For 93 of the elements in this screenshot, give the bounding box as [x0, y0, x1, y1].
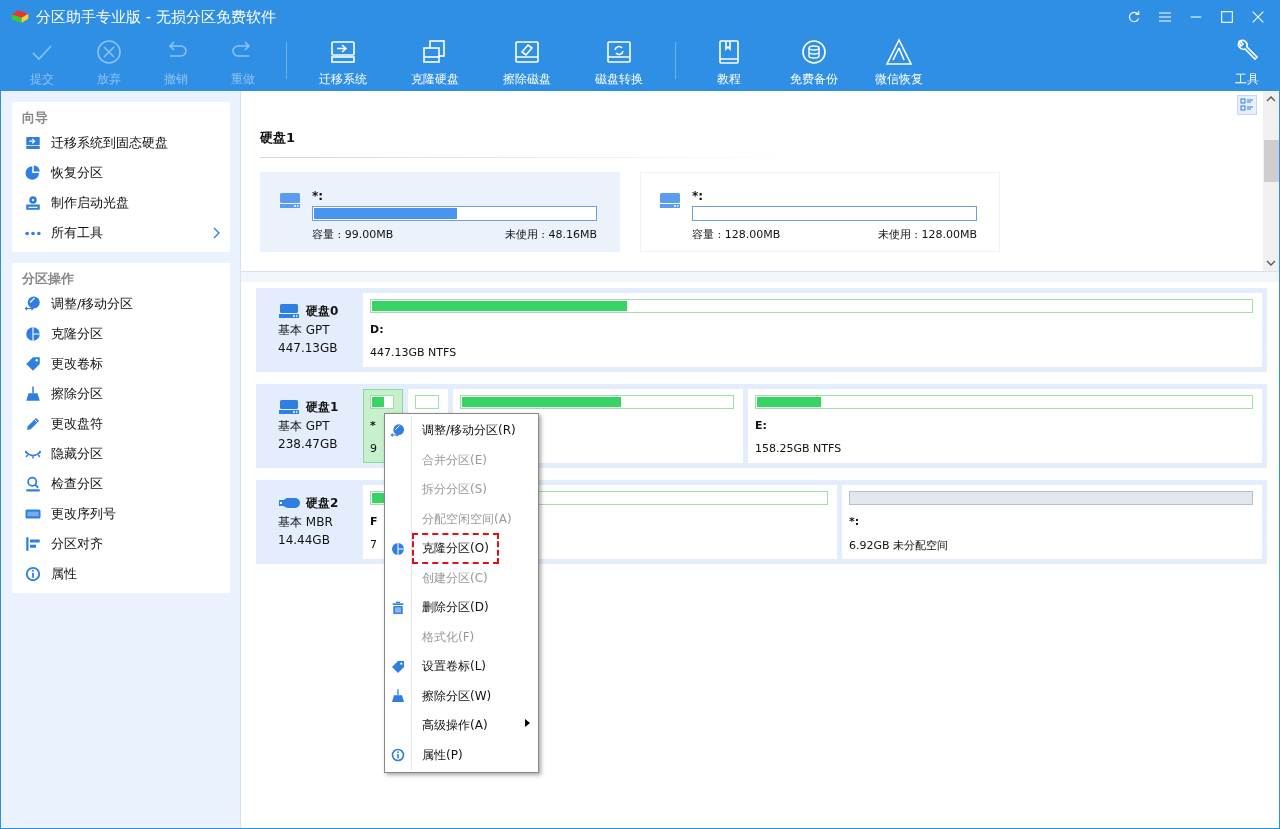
usage-bar	[370, 395, 394, 409]
partition-label: E:	[755, 419, 767, 432]
disk-drive-icon	[278, 399, 300, 415]
scrollbar[interactable]	[1263, 91, 1279, 271]
drive-arrow-icon	[329, 38, 357, 66]
partition-info: 447.13GB NTFS	[370, 346, 457, 359]
sidebar-item[interactable]: 制作启动光盘	[12, 188, 230, 218]
partition-label: *:	[849, 515, 860, 528]
close-icon[interactable]	[1250, 9, 1266, 25]
disk-arrows-icon	[24, 295, 42, 313]
sidebar-item[interactable]: 分区对齐	[12, 529, 230, 559]
disk-name: 硬盘1	[306, 398, 339, 416]
partition-block[interactable]: *: 6.92GB 未分配空间	[842, 485, 1262, 559]
sidebar-item[interactable]: 属性	[12, 559, 230, 589]
disk-type: 基本 GPT	[278, 322, 331, 339]
partition-block[interactable]: E: 158.25GB NTFS	[748, 389, 1262, 463]
database-icon	[799, 38, 828, 66]
menu-item[interactable]: 设置卷标(L)	[385, 652, 538, 682]
tag-icon	[390, 658, 406, 675]
disk-name: 硬盘0	[306, 302, 339, 320]
clone-disc-icon	[390, 540, 406, 557]
info-icon	[390, 747, 406, 764]
partition-card[interactable]: *: 容量 : 99.00MB 未使用 : 48.16MB	[260, 172, 620, 252]
usb-drive-icon	[278, 495, 300, 511]
info-icon	[24, 565, 42, 583]
partition-label: F	[370, 515, 378, 528]
clone-disc-icon	[24, 325, 42, 343]
magnifier-drive-icon	[24, 475, 42, 493]
maximize-icon[interactable]	[1219, 9, 1235, 25]
menu-icon[interactable]	[1157, 9, 1173, 25]
section-heading: 向导	[21, 109, 49, 127]
drive-icon	[279, 192, 301, 209]
disk-drive-icon	[278, 303, 300, 319]
drive-eraser-icon	[513, 38, 541, 66]
sidebar-item[interactable]: 所有工具	[12, 218, 230, 248]
sidebar-item[interactable]: 更改盘符	[12, 409, 230, 439]
disk-type: 基本 MBR	[278, 514, 334, 531]
trash-icon	[390, 599, 406, 616]
partition-label: *:	[692, 189, 705, 205]
disk-arrows-icon	[390, 422, 406, 439]
sidebar-item[interactable]: 调整/移动分区	[12, 289, 230, 319]
capacity-text: 容量 : 99.00MB	[312, 227, 394, 242]
capacity-text: 容量 : 128.00MB	[692, 227, 781, 242]
partition-label: *	[370, 419, 376, 432]
partition-info: 9	[370, 442, 377, 455]
partition-info: 7	[370, 538, 377, 551]
drive-arrow-icon	[24, 134, 42, 152]
sidebar-item[interactable]: 迁移系统到固态硬盘	[12, 128, 230, 158]
disk-type: 基本 GPT	[278, 418, 331, 435]
align-left-icon	[24, 535, 42, 553]
drive-icon	[659, 192, 681, 209]
partition-block[interactable]: D: 447.13GB NTFS	[363, 293, 1262, 367]
circle-x-icon	[94, 38, 123, 66]
scroll-up-icon	[1265, 94, 1277, 104]
sidebar-item[interactable]: 擦除分区	[12, 379, 230, 409]
drive-sync-icon	[605, 38, 633, 66]
sidebar-item[interactable]: 检查分区	[12, 469, 230, 499]
disk-name: 硬盘2	[306, 494, 339, 512]
partition-label: *:	[312, 189, 325, 205]
partition-label: D:	[370, 323, 384, 336]
partition-card[interactable]: *: 容量 : 128.00MB 未使用 : 128.00MB	[640, 172, 1000, 252]
scroll-down-icon	[1265, 258, 1277, 268]
partition-info: 158.25GB NTFS	[755, 442, 842, 455]
section-heading: 分区操作	[21, 270, 75, 288]
menu-item[interactable]: 删除分区(D)	[385, 593, 538, 623]
disk-size: 14.44GB	[278, 532, 331, 549]
splitter-handle[interactable]	[241, 272, 1279, 282]
sidebar-item[interactable]: 更改序列号	[12, 499, 230, 529]
disc-drive-icon	[24, 194, 42, 212]
pencil-icon	[24, 415, 42, 433]
scroll-thumb[interactable]	[1263, 140, 1279, 182]
sidebar-item[interactable]: 隐藏分区	[12, 439, 230, 469]
refresh-icon[interactable]	[1126, 9, 1142, 25]
disk-title: 硬盘1	[260, 129, 297, 147]
sidebar-item[interactable]: 克隆分区	[12, 319, 230, 349]
partition-info: 6.92GB 未分配空间	[849, 538, 949, 553]
broom-icon	[24, 385, 42, 403]
window-title: 分区助手专业版 - 无损分区免费软件	[36, 7, 276, 27]
triangle-a-icon	[884, 38, 913, 66]
view-toggle-icon[interactable]	[1237, 95, 1257, 115]
broom-icon	[390, 688, 406, 705]
sidebar-item[interactable]: 更改卷标	[12, 349, 230, 379]
more-dots-icon	[24, 230, 42, 236]
disk-size: 447.13GB	[278, 340, 339, 357]
disk-size: 238.47GB	[278, 436, 339, 453]
menu-item[interactable]: 属性(P)	[385, 740, 538, 770]
unused-text: 未使用 : 128.00MB	[877, 227, 977, 242]
menu-item[interactable]: 擦除分区(W)	[385, 681, 538, 711]
pie-chart-icon	[24, 164, 42, 182]
sidebar-item[interactable]: 恢复分区	[12, 158, 230, 188]
unused-text: 未使用 : 48.16MB	[504, 227, 597, 242]
menu-item[interactable]: 高级操作(A)	[385, 711, 538, 741]
tag-icon	[24, 355, 42, 373]
